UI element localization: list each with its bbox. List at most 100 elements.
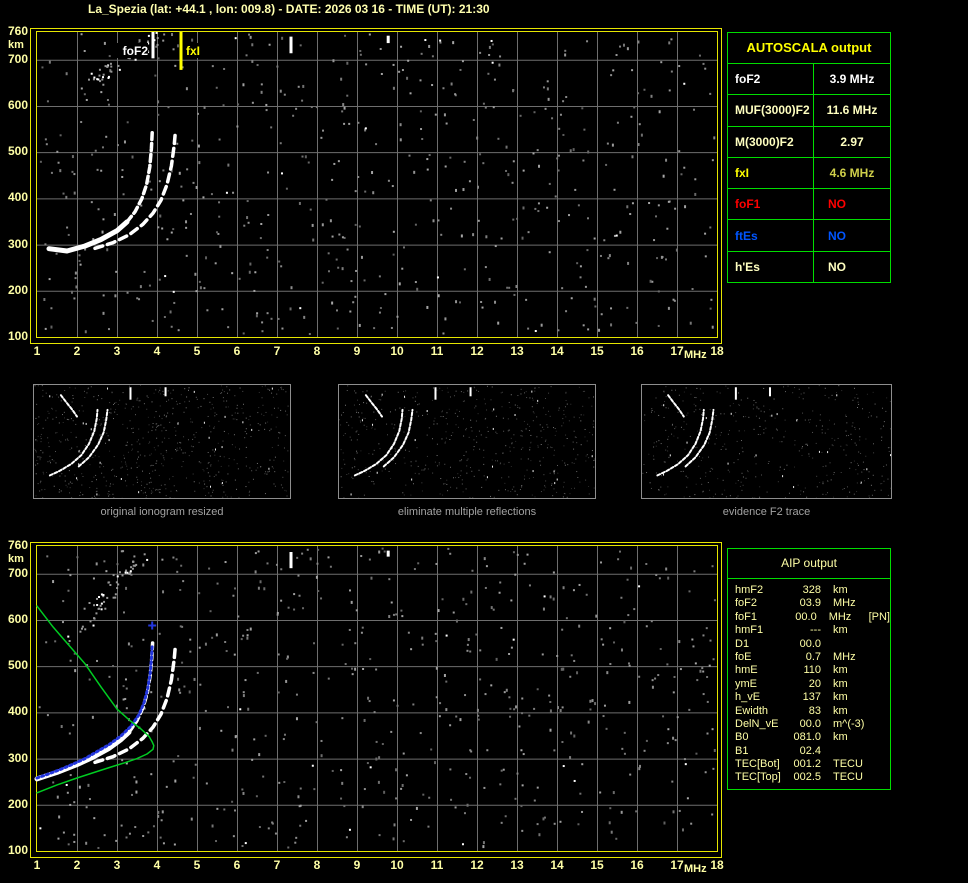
- parameter-value: 137: [802, 691, 821, 704]
- parameter-value: 02.4: [799, 744, 821, 757]
- y-axis-tick-label: 400: [7, 190, 28, 205]
- parameter-name: D1: [735, 637, 750, 650]
- thumbnail-image: [33, 384, 291, 499]
- parameter-name: foF2: [735, 597, 758, 610]
- y-axis-unit-label: km: [8, 39, 24, 51]
- x-axis-tick-label: 11: [430, 344, 444, 358]
- parameter-value: NO: [813, 189, 890, 220]
- parameter-extra: [875, 624, 890, 637]
- x-axis-unit-label: MHz: [684, 349, 707, 361]
- parameter-extra: [875, 597, 890, 610]
- parameter-unit: km: [833, 704, 848, 717]
- parameter-name: h_vE: [735, 691, 761, 704]
- X-trace: [93, 129, 178, 251]
- parameter-extra: [875, 705, 890, 718]
- parameter-value: 00.0: [795, 610, 817, 623]
- parameter-unit: [821, 745, 875, 758]
- parameter-name: hmF1: [735, 624, 764, 637]
- parameter-name: hmF2: [735, 584, 764, 596]
- parameter-value: 081.0: [793, 731, 821, 744]
- x-axis-tick-label: 2: [73, 858, 81, 872]
- table-row: foF1 NO: [728, 188, 890, 220]
- parameter-extra: [875, 651, 890, 664]
- x-axis-tick-label: 7: [273, 344, 281, 358]
- table-row: M(3000)F2 2.97: [728, 125, 890, 157]
- parameter-extra: [875, 718, 890, 731]
- y-axis-tick-label: 300: [7, 236, 28, 251]
- parameter-label: ftEs: [735, 228, 758, 243]
- x-axis-tick-label: 6: [233, 858, 241, 872]
- x-axis-tick-label: 11: [430, 858, 444, 872]
- bottom-ionogram-plot: [30, 542, 722, 858]
- thumbnail-caption: evidence F2 trace: [722, 506, 811, 518]
- parameter-label: fxI: [735, 165, 750, 180]
- x-axis-tick-label: 7: [273, 858, 281, 872]
- parameter-extra: [875, 691, 890, 704]
- parameter-unit: TECU: [833, 771, 863, 784]
- table-row: h_vE 137 km: [728, 691, 890, 704]
- table-row: TEC[Bot] 001.2 TECU: [728, 758, 890, 771]
- O-trace-tail: [46, 219, 130, 254]
- electron-density-profile: [36, 605, 155, 794]
- x-axis-tick-label: 14: [550, 858, 564, 872]
- parameter-extra: [875, 745, 890, 758]
- parameter-extra: [875, 731, 890, 744]
- y-axis-tick-label: 300: [7, 750, 28, 765]
- parameter-label: MUF(3000)F2: [735, 103, 810, 118]
- parameter-value: 20: [808, 677, 821, 690]
- table-row: Ewidth 83 km: [728, 705, 890, 718]
- y-axis-tick-label: 500: [7, 144, 28, 159]
- parameter-label: foF2: [735, 72, 761, 87]
- y-axis-tick-label: 200: [7, 796, 28, 811]
- y-axis-tick-label: 760: [7, 538, 28, 552]
- parameter-value: 03.9: [799, 597, 821, 610]
- table-row: B0 081.0 km: [728, 731, 890, 744]
- x-axis-tick-label: 16: [630, 344, 644, 358]
- table-row: foE 0.7 MHz: [728, 651, 890, 664]
- y-axis-tick-label: 700: [7, 565, 28, 580]
- parameter-unit: m^(-3): [833, 717, 865, 730]
- parameter-unit: MHz: [833, 597, 856, 610]
- y-axis-tick-label: 600: [7, 611, 28, 626]
- parameter-extra: [875, 638, 890, 651]
- autoscala-table-title: AUTOSCALA output: [746, 40, 872, 55]
- aip-output-table: AIP output hmF2 328 km foF2 03.9 MHz foF1 00.0 M…: [727, 548, 891, 790]
- autoscala-screen: La_Spezia (lat: +44.1 , lon: 009.8) - DA…: [0, 0, 968, 883]
- parameter-value: 002.5: [793, 771, 821, 784]
- parameter-value: 00.0: [799, 637, 821, 650]
- thumbnail-image: [641, 384, 892, 499]
- x-axis-tick-label: 3: [113, 344, 121, 358]
- y-axis-tick-label: 100: [7, 329, 28, 343]
- parameter-extra: [875, 584, 890, 597]
- autoscala-table-rows: foF2 3.9 MHz MUF(3000)F2 11.6 MHz M(3000)F2 2…: [728, 63, 890, 282]
- table-row: foF1 00.0 MHz [PN]: [728, 611, 890, 624]
- table-row: D1 00.0: [728, 638, 890, 651]
- parameter-unit: km: [833, 731, 848, 744]
- table-row: DelN_vE 00.0 m^(-3): [728, 718, 890, 731]
- parameter-name: Ewidth: [735, 704, 769, 717]
- table-row: hmF2 328 km: [728, 584, 890, 597]
- parameter-value: 0.7: [805, 650, 821, 663]
- parameter-value: 001.2: [793, 758, 821, 771]
- x-axis-tick-label: 12: [470, 344, 484, 358]
- x-axis-tick-label: 10: [390, 344, 404, 358]
- parameter-value: NO: [813, 220, 890, 251]
- y-axis-unit-label: km: [8, 553, 24, 565]
- x-axis-tick-label: 13: [510, 344, 524, 358]
- x-axis-tick-label: 10: [390, 858, 404, 872]
- parameter-unit: km: [833, 691, 848, 704]
- parameter-name: foF1: [735, 610, 758, 623]
- x-axis-tick-label: 14: [550, 344, 564, 358]
- parameter-unit: MHz: [833, 650, 856, 663]
- parameter-name: B0: [735, 731, 749, 744]
- parameter-value: 328: [802, 584, 821, 596]
- x-axis-tick-label: 5: [193, 858, 201, 872]
- parameter-name: hmE: [735, 664, 758, 677]
- parameter-label: h'Es: [735, 259, 760, 274]
- thumbnail-image: [338, 384, 596, 499]
- table-row: h'Es NO: [728, 250, 890, 282]
- parameter-extra: [875, 678, 890, 691]
- aip-table-title: AIP output: [728, 549, 890, 579]
- parameter-extra: [PN]: [868, 610, 890, 623]
- parameter-value: 2.97: [813, 126, 890, 157]
